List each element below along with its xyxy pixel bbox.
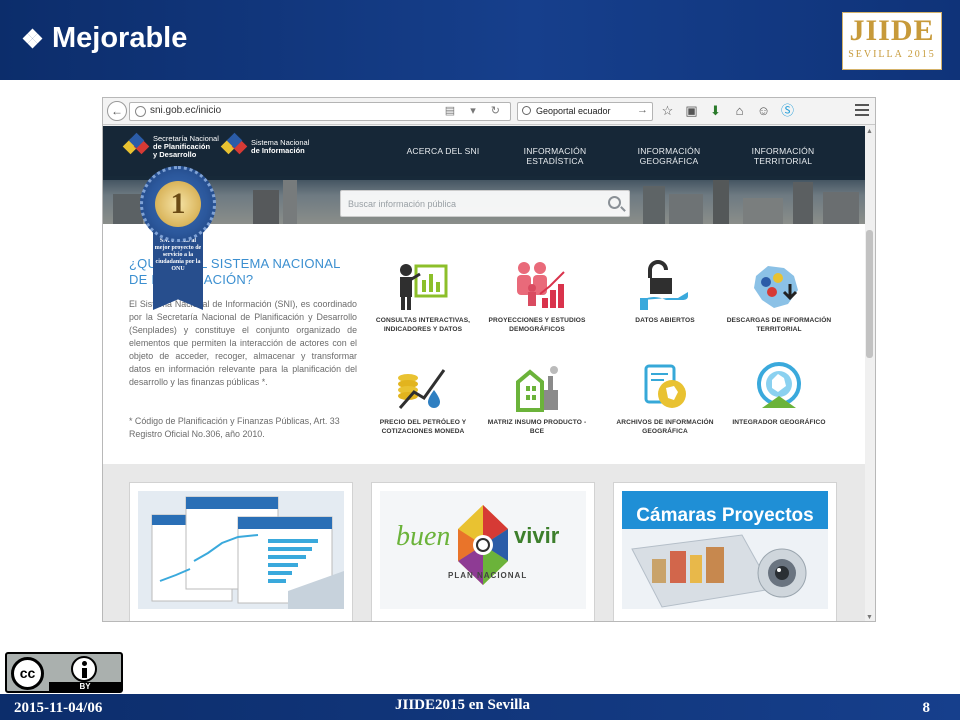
tile-archivos-geografica[interactable]: ARCHIVOS DE INFORMACIÓN GEOGRÁFICA (609, 362, 721, 436)
nav-informacion-estadistica[interactable]: INFORMACIÓN ESTADÍSTICA (515, 146, 595, 166)
footer-date: 2015-11-04/06 (14, 700, 103, 716)
address-bar[interactable]: sni.gob.ec/inicio ▤ ▾ ↻ (129, 102, 511, 121)
search-icon (522, 106, 531, 115)
page-number: 8 (922, 700, 931, 716)
main-content: ¿QUÉ ES EL SISTEMA NACIONAL DE INFORMACI… (103, 224, 865, 464)
jiide-logo: JIIDE SEVILLA 2015 (842, 12, 942, 70)
browser-window: ← sni.gob.ec/inicio ▤ ▾ ↻ Geoportal ecua… (102, 97, 876, 622)
award-ribbon-text: SNI Premio al mejor proyecto de servicio… (154, 238, 202, 272)
map-download-icon (750, 260, 808, 312)
nav-acerca-del-sni[interactable]: ACERCA DEL SNI (403, 146, 483, 156)
jiide-logo-subtext: SEVILLA 2015 (848, 49, 936, 60)
tile-precio-petroleo[interactable]: PRECIO DEL PETRÓLEO Y COTIZACIONES MONED… (367, 362, 479, 436)
tile-consultas-interactivas[interactable]: CONSULTAS INTERACTIVAS, INDICADORES Y DA… (367, 260, 479, 334)
back-button[interactable]: ← (107, 101, 127, 121)
family-chart-icon (508, 260, 566, 312)
scrollbar-thumb[interactable] (866, 230, 873, 358)
tile-label: DATOS ABIERTOS (635, 317, 695, 324)
tile-label: ARCHIVOS DE INFORMACIÓN GEOGRÁFICA (616, 419, 714, 435)
card-distribution-charts[interactable] (129, 482, 353, 621)
diamond-bullet-icon (22, 28, 43, 48)
search-go-icon[interactable]: → (637, 104, 648, 116)
section-footnote: * Código de Planificación y Finanzas Púb… (129, 416, 340, 439)
scroll-up-icon[interactable]: ▲ (866, 128, 873, 135)
oil-price-chart-icon (394, 362, 452, 414)
factory-icon (508, 362, 566, 414)
senplades-logo-line3: y Desarrollo (153, 150, 197, 159)
footer-event: JIIDE2015 en Sevilla (395, 697, 531, 713)
browser-search-bar[interactable]: Geoportal ecuador → (517, 102, 653, 121)
tile-integrador-geografico[interactable]: INTEGRADOR GEOGRÁFICO (723, 362, 835, 427)
tile-datos-abiertos[interactable]: DATOS ABIERTOS (609, 260, 721, 325)
jiide-logo-text: JIIDE (849, 14, 935, 47)
skype-icon[interactable]: Ⓢ (779, 102, 796, 119)
sni-logo-line2: de Información (251, 146, 305, 155)
chat-icon[interactable]: ☺ (755, 102, 772, 119)
site-search-input[interactable]: Buscar información pública (340, 190, 630, 217)
award-medal-icon: 1 (140, 166, 216, 242)
award-number: 1 (155, 181, 201, 227)
cc-icon: cc (11, 657, 44, 690)
reload-icon[interactable]: ▤ ▾ ↻ (445, 104, 506, 117)
toolbar-icons: ☆ ▣ ⬇ ⌂ ☺ Ⓢ (659, 102, 796, 119)
globe-integrator-icon (750, 362, 808, 414)
tile-label: INTEGRADOR GEOGRÁFICO (732, 419, 826, 426)
senplades-logo[interactable]: Secretaría Nacional de Planificación y D… (122, 132, 219, 160)
camaras-proyectos-title: Cámaras Proyectos (636, 505, 814, 526)
tile-descargas-territorial[interactable]: DESCARGAS DE INFORMACIÓN TERRITORIAL (723, 260, 835, 334)
tile-matriz-insumo[interactable]: MATRIZ INSUMO PRODUCTO - BCE (481, 362, 593, 436)
tile-label: CONSULTAS INTERACTIVAS, INDICADORES Y DA… (375, 317, 471, 333)
clipboard-icon[interactable]: ▣ (683, 102, 700, 119)
tile-proyecciones[interactable]: PROYECCIONES Y ESTUDIOS DEMOGRÁFICOS (481, 260, 593, 334)
open-lock-hand-icon (636, 260, 694, 312)
buen-text: buen (396, 521, 451, 552)
site-search-placeholder: Buscar información pública (348, 199, 457, 209)
url-text: sni.gob.ec/inicio (150, 105, 222, 116)
globe-icon (135, 106, 146, 117)
home-icon[interactable]: ⌂ (731, 102, 748, 119)
site-search-icon[interactable] (608, 196, 621, 209)
site-nav-bar: Secretaría Nacional de Planificación y D… (103, 126, 865, 180)
site-header: Secretaría Nacional de Planificación y D… (103, 126, 865, 224)
creative-commons-badge: cc BY (5, 652, 123, 693)
tile-label: PROYECCIONES Y ESTUDIOS DEMOGRÁFICOS (488, 317, 586, 333)
sni-logo-icon (220, 132, 248, 160)
tile-label: DESCARGAS DE INFORMACIÓN TERRITORIAL (726, 317, 832, 333)
tile-label: MATRIZ INSUMO PRODUCTO - BCE (487, 419, 587, 435)
card-camaras-proyectos[interactable]: Cámaras Proyectos (613, 482, 837, 621)
chart-thumbnail-image (138, 491, 344, 609)
hamburger-menu-icon[interactable] (855, 104, 869, 118)
tile-label: PRECIO DEL PETRÓLEO Y COTIZACIONES MONED… (379, 419, 467, 435)
browser-toolbar: ← sni.gob.ec/inicio ▤ ▾ ↻ Geoportal ecua… (103, 98, 875, 125)
card-plan-nacional-buen-vivir[interactable]: buen vivir PLAN NACIONAL (371, 482, 595, 621)
section-paragraph: El Sistema Nacional de Información (SNI)… (129, 299, 357, 387)
camaras-proyectos-image: Cámaras Proyectos (622, 491, 828, 609)
cc-by-label: BY (49, 682, 121, 692)
scroll-down-icon[interactable]: ▼ (866, 614, 873, 621)
buen-vivir-logo-image: buen vivir PLAN NACIONAL (380, 491, 586, 609)
senplades-logo-icon (122, 132, 150, 160)
geo-file-icon (636, 362, 694, 414)
vivir-text: vivir (514, 523, 560, 548)
plan-nacional-text: PLAN NACIONAL (448, 571, 528, 580)
download-icon[interactable]: ⬇ (707, 102, 724, 119)
attribution-person-icon (71, 656, 97, 682)
presentation-board-icon (394, 260, 452, 312)
browser-search-value: Geoportal ecuador (536, 106, 611, 116)
nav-informacion-territorial[interactable]: INFORMACIÓN TERRITORIAL (743, 146, 823, 166)
nav-informacion-geografica[interactable]: INFORMACIÓN GEOGRÁFICA (629, 146, 709, 166)
sni-logo[interactable]: Sistema Nacional de Información (220, 132, 309, 160)
bookmark-star-icon[interactable]: ☆ (659, 102, 676, 119)
slide-title: Mejorable (22, 22, 188, 55)
website-viewport: Secretaría Nacional de Planificación y D… (103, 126, 865, 621)
slide-title-text: Mejorable (52, 22, 188, 54)
